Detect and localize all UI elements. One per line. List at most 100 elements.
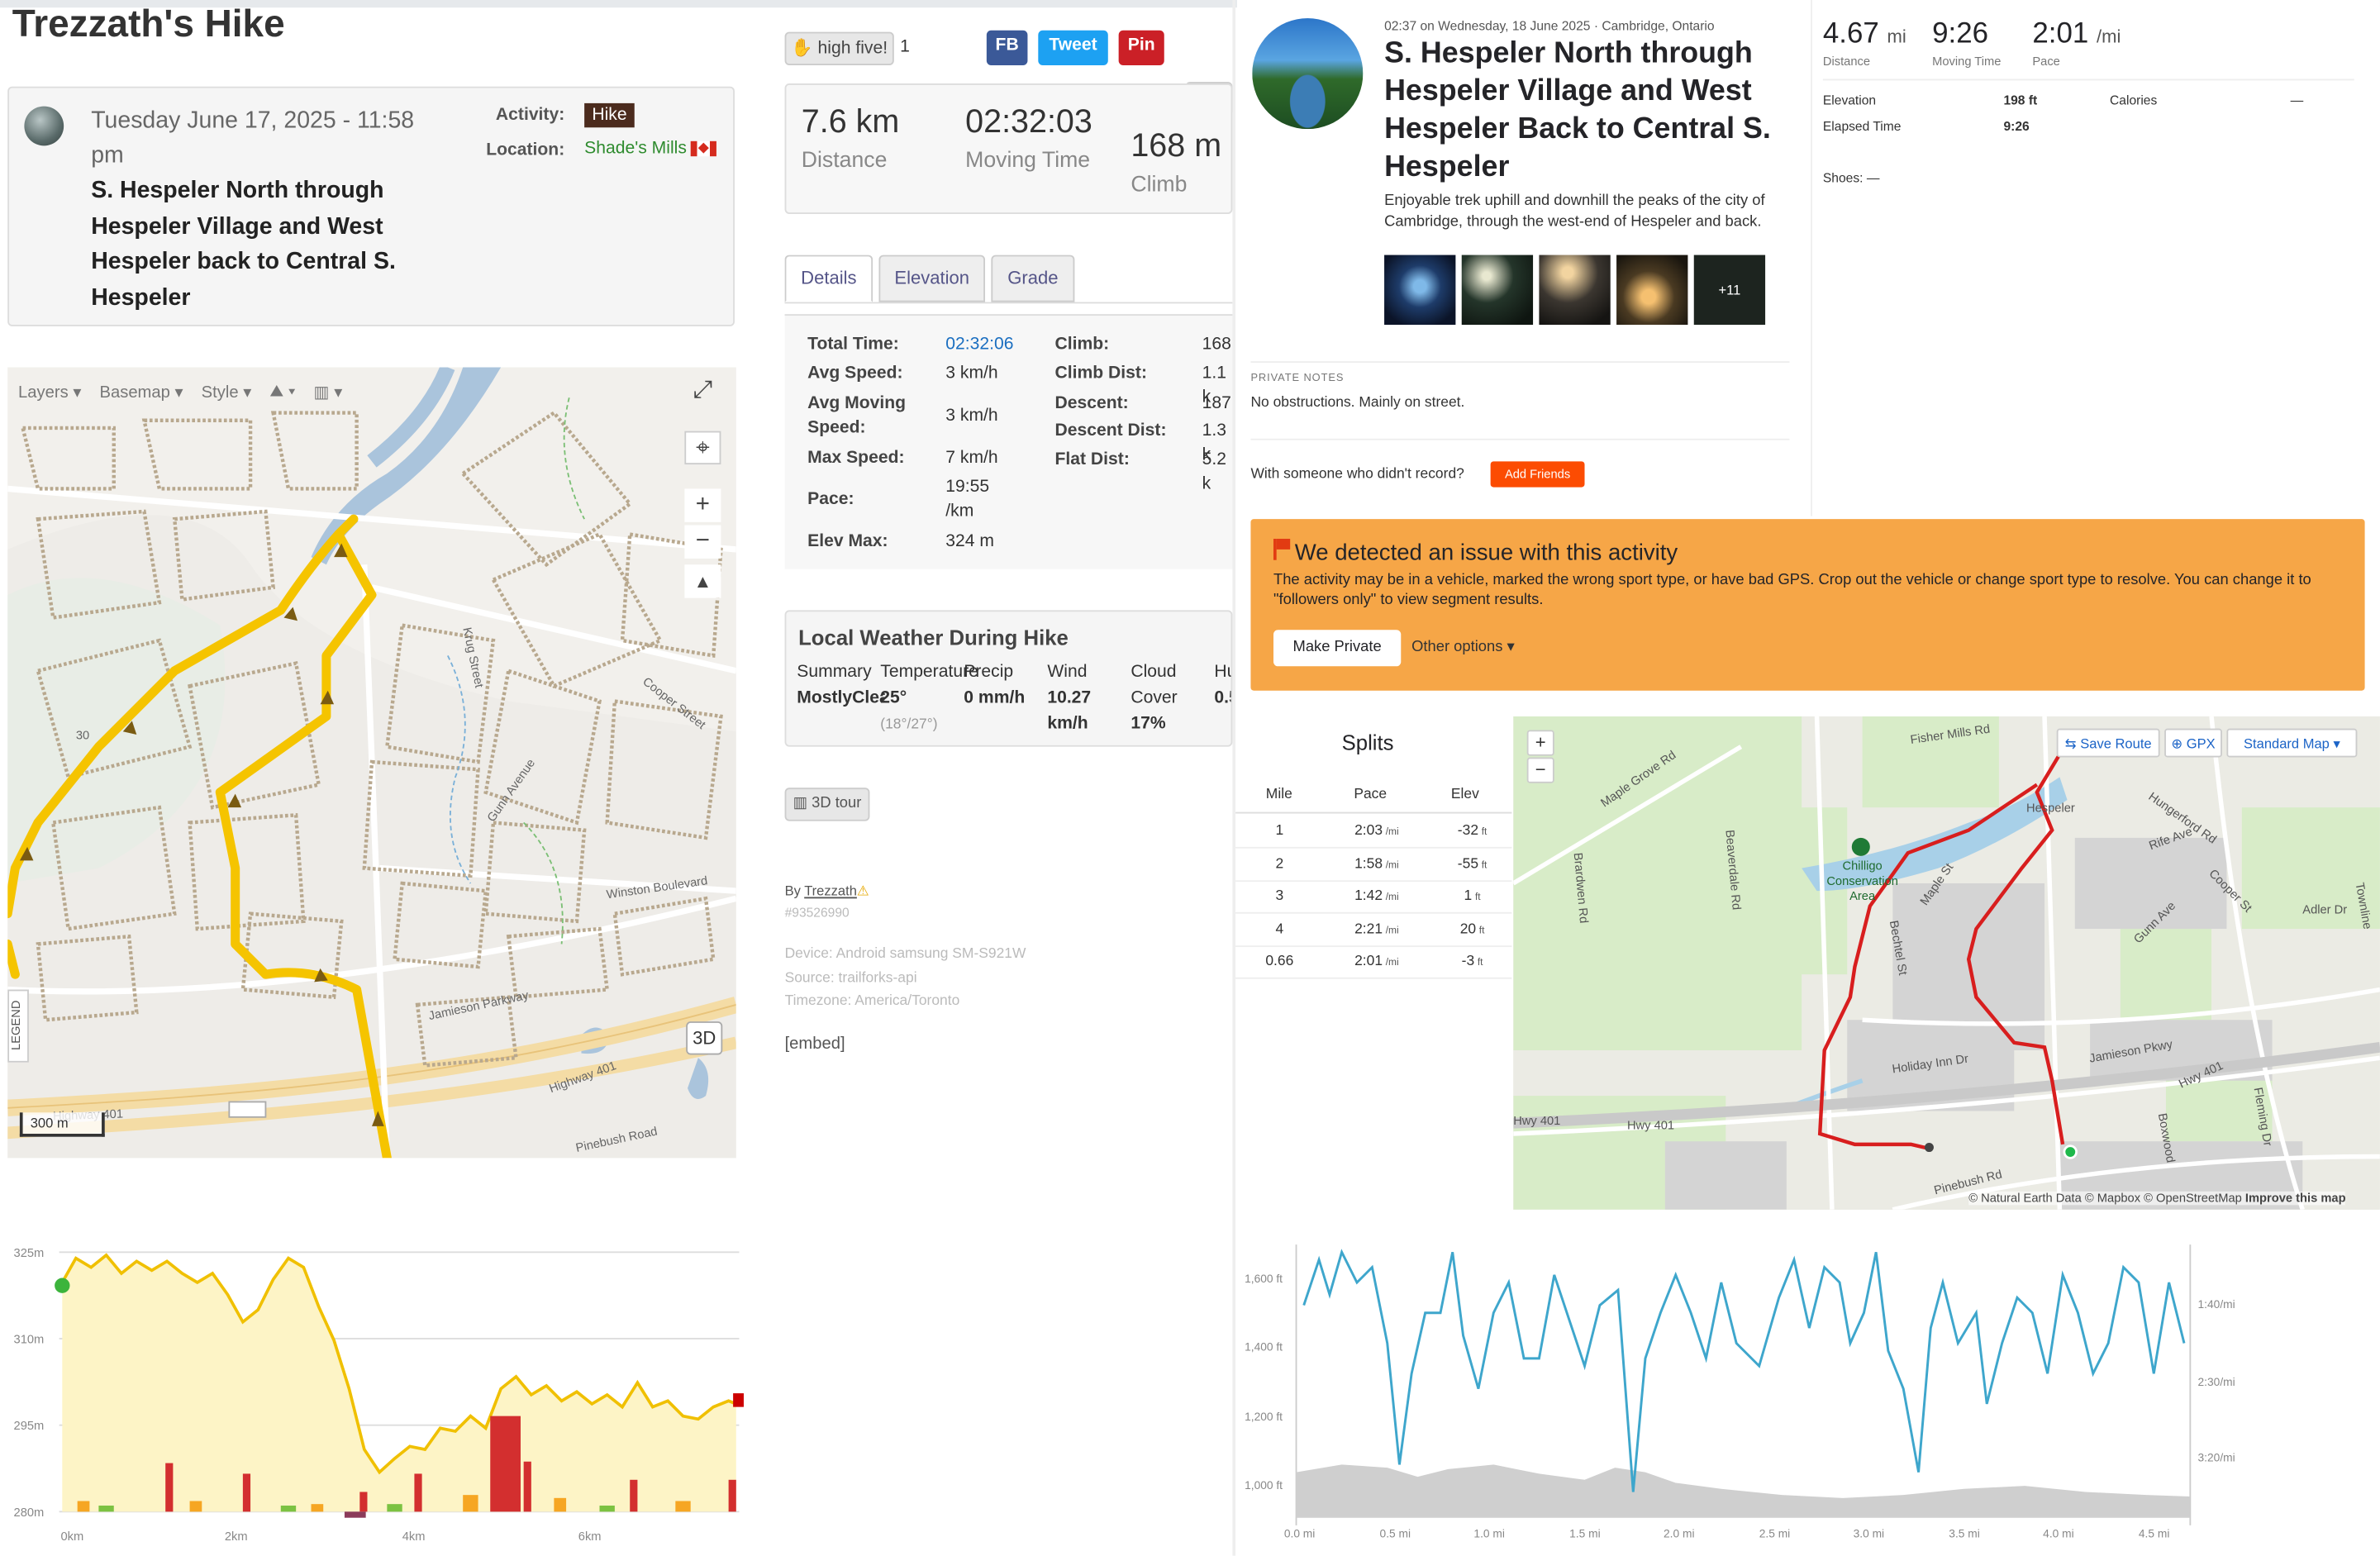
activity-date: Tuesday June 17, 2025 - 11:58 pm [91, 107, 415, 169]
activity-type-badge[interactable]: Hike [584, 102, 635, 128]
y-tick: 325m [14, 1247, 45, 1260]
embed-link[interactable]: [embed] [785, 1035, 845, 1054]
map-label: Adler Dr [2302, 904, 2347, 917]
detail-label: Pace: [807, 490, 854, 509]
flag-icon [1273, 539, 1291, 560]
weather-temp-range: (18°/27°) [880, 716, 938, 734]
pace-elevation-chart[interactable]: 1,600 ft 1,400 ft 1,200 ft 1,000 ft 1:40… [1235, 1222, 2380, 1556]
save-route-button[interactable]: ⇆ Save Route [2056, 728, 2160, 758]
zoom-in-button[interactable]: + [684, 488, 721, 522]
compass-icon[interactable]: ▲ [684, 564, 721, 598]
stat-label: Distance [1822, 55, 1871, 69]
detail-label: Climb Dist: [1054, 364, 1147, 383]
split-row[interactable]: 3 1:42/mi 1 ft [1235, 882, 1512, 914]
map-label: Hwy 401 [1627, 1120, 1674, 1133]
route-map[interactable]: Fisher Mills Rd Maple Grove Rd Hespeler … [1513, 716, 2380, 1210]
split-row[interactable]: 2 1:58/mi -55 ft [1235, 849, 1512, 882]
author-link[interactable]: Trezzath [804, 883, 857, 898]
route-map-canvas: Fisher Mills Rd Maple Grove Rd Hespeler … [1513, 716, 2380, 1210]
location-link[interactable]: Shade's Mills [584, 140, 717, 158]
weather-header: Cloud Cover [1130, 663, 1178, 707]
strava-activity-header: 02:37 on Wednesday, 18 June 2025 · Cambr… [1236, 0, 2380, 516]
zoom-out-button[interactable]: − [1526, 757, 1554, 783]
gpx-button[interactable]: ⊕ GPX [2164, 728, 2222, 758]
x-tick: 2.5 mi [1759, 1528, 1790, 1540]
more-photos[interactable]: +11 [1693, 255, 1766, 326]
improve-map-link[interactable]: Improve this map [2245, 1192, 2346, 1206]
map-style-dropdown[interactable]: Standard Map ▾ [2226, 728, 2358, 758]
trail-map[interactable]: Krug Street Cooper Street Gunn Avenue Wi… [7, 367, 736, 1159]
3d-tour-button[interactable]: ▥ 3D tour [784, 788, 870, 821]
layers-menu[interactable]: Layers ▾ [18, 382, 81, 402]
y-tick: 295m [14, 1420, 45, 1433]
tab-elevation[interactable]: Elevation [878, 255, 986, 302]
map-toolbar: Layers ▾ Basemap ▾ Style ▾ ⛰ ▾ ▥ ▾ [7, 367, 736, 416]
x-tick: 6km [578, 1530, 602, 1544]
photo-thumbnail[interactable] [1461, 255, 1534, 326]
poi-label: Chilligo Conservation Area [1826, 859, 1898, 903]
splits-table: Splits Mile Pace Elev 1 2:03/mi -32 ft 2 1:58… [1235, 716, 1512, 1218]
tab-details[interactable]: Details [784, 255, 873, 302]
zoom-in-button[interactable]: + [1526, 730, 1554, 756]
stat-label: Pace [2032, 55, 2060, 69]
avatar[interactable] [24, 106, 64, 146]
legend-tab[interactable]: LEGEND [7, 989, 29, 1063]
location-value[interactable]: Shade's Mills [584, 140, 687, 158]
activity-name: S. Hespeler North through Hespeler Villa… [91, 177, 396, 311]
tweet-button[interactable]: Tweet [1038, 30, 1108, 65]
map-label: Hwy 401 [1513, 1115, 1560, 1128]
detail-label: Total Time: [807, 335, 899, 354]
facebook-share-button[interactable]: FB [986, 30, 1028, 65]
activity-title: S. Hespeler North through Hespeler Villa… [1384, 36, 1771, 184]
split-mile: 3 [1275, 887, 1284, 905]
activity-photo-thumbnail[interactable] [1252, 18, 1364, 130]
elapsed-time-value: 9:26 [2003, 118, 2030, 134]
detail-label: Flat Dist: [1054, 450, 1130, 469]
split-mile: 2 [1275, 854, 1284, 873]
detail-label: Max Speed: [807, 449, 905, 468]
fullscreen-icon[interactable]: ⤢ [684, 375, 721, 408]
shoes: Shoes: — [1822, 169, 1880, 186]
add-friends-button[interactable]: Add Friends [1490, 461, 1585, 488]
weather-wind: 10.27 km/h [1047, 688, 1092, 734]
split-row[interactable]: 0.66 2:01/mi -3 ft [1235, 947, 1512, 979]
other-options-dropdown[interactable]: Other options ▾ [1411, 639, 1515, 655]
split-row[interactable]: 4 2:21/mi 20 ft [1235, 915, 1512, 947]
make-private-button[interactable]: Make Private [1273, 630, 1402, 667]
moving-time-value: 02:32:03 [965, 102, 1092, 140]
header-divider [1811, 0, 1813, 516]
elevation-profile[interactable]: 325m 310m 295m 280m 0km 2km 4km 6km [7, 1237, 744, 1556]
high-five-count: 1 [900, 37, 910, 56]
high-five-button[interactable]: ✋ high five! [784, 31, 894, 65]
photo-thumbnail[interactable] [1616, 255, 1688, 326]
map-layers-icon[interactable]: ▥ ▾ [314, 382, 343, 402]
x-tick: 2km [225, 1530, 248, 1544]
map-scale: 300 m [19, 1112, 105, 1137]
detail-label: Descent Dist: [1054, 421, 1167, 440]
style-menu[interactable]: Style ▾ [202, 382, 252, 402]
activity-timestamp: 02:37 on Wednesday, 18 June 2025 · Cambr… [1384, 18, 1715, 34]
activity-id: #93526990 [784, 904, 850, 921]
basemap-menu[interactable]: Basemap ▾ [100, 382, 183, 402]
weather-header: Precip [964, 663, 1014, 682]
photo-thumbnail[interactable] [1384, 255, 1456, 326]
split-row[interactable]: 1 2:03/mi -32 ft [1235, 816, 1512, 849]
3d-button[interactable]: 3D [686, 1021, 723, 1055]
y-tick: 1,400 ft [1245, 1341, 1283, 1354]
zoom-out-button[interactable]: − [684, 525, 721, 559]
photo-thumbnail[interactable] [1539, 255, 1611, 326]
weather-title: Local Weather During Hike [798, 625, 1069, 650]
device-info: Device: Android samsung SM-S921W [784, 945, 1026, 963]
tab-grade[interactable]: Grade [991, 255, 1075, 302]
total-time-value[interactable]: 02:32:06 [945, 332, 1013, 356]
hiker-filter-icon[interactable]: ⛰ ▾ [269, 382, 295, 402]
source-info: Source: trailforks-api [784, 969, 917, 987]
split-mile: 1 [1275, 822, 1284, 840]
detail-value: 187 [1202, 394, 1231, 413]
stat-distance: 4.67 mi [1822, 18, 1906, 50]
detail-value: 3 km/h [945, 364, 998, 383]
pinterest-button[interactable]: Pin [1118, 30, 1164, 65]
notes-divider [1250, 361, 1790, 363]
locate-icon[interactable]: ⌖ [684, 431, 721, 465]
private-notes-label: PRIVATE NOTES [1250, 373, 1345, 384]
